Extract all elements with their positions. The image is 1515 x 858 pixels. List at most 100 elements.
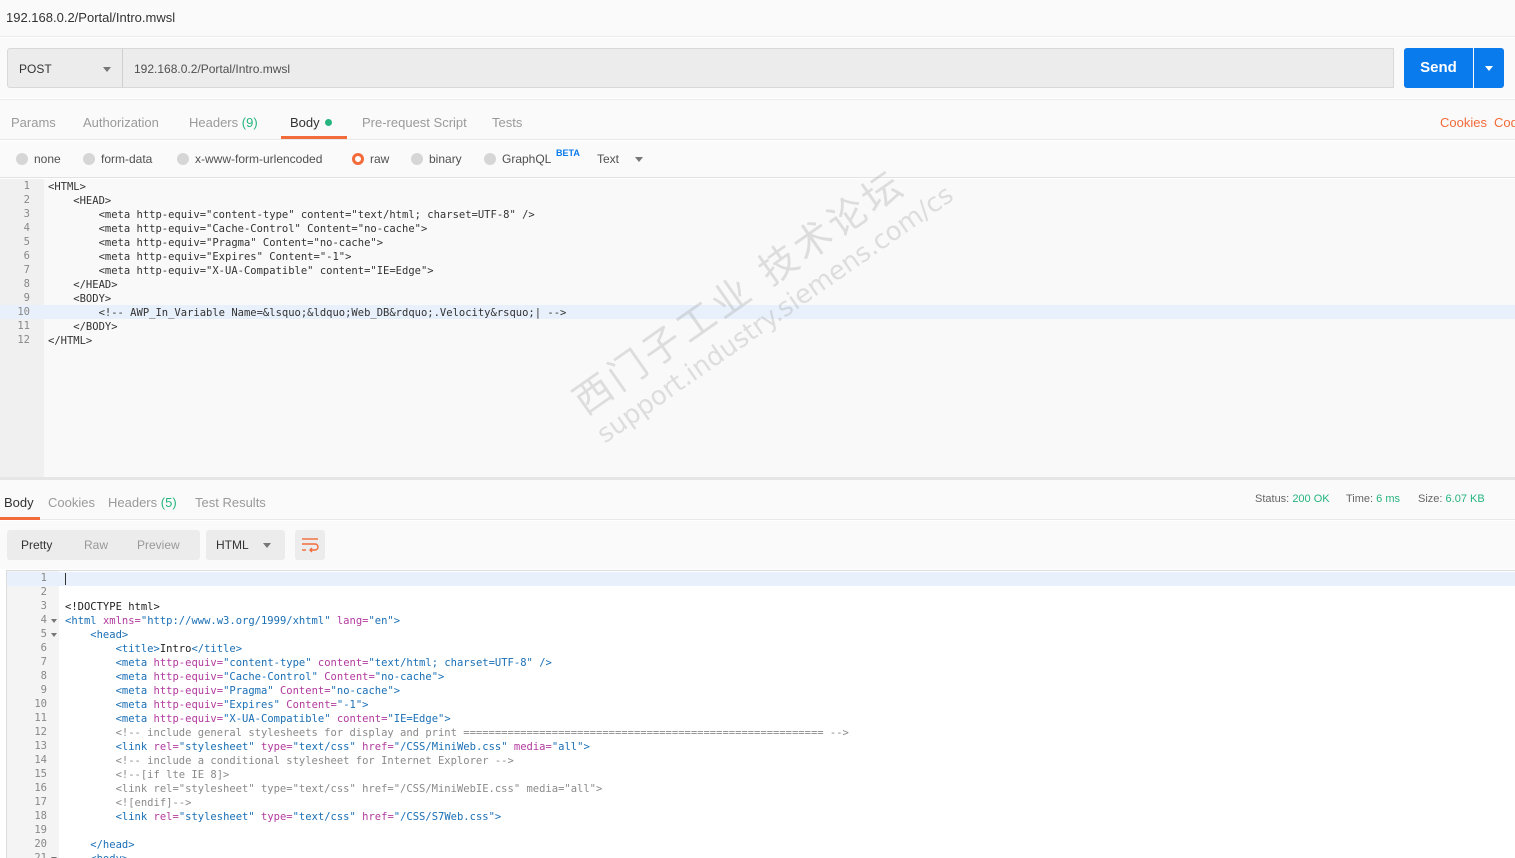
radio-none[interactable]: none [16,152,76,168]
text-type-value: Text [597,152,620,166]
view-preview-button[interactable]: Preview [137,538,180,552]
method-value: POST [19,62,52,76]
radio-raw[interactable]: raw [352,152,396,168]
code-line: <BODY> [48,293,112,305]
code-link[interactable]: Code [1494,115,1515,130]
send-options-button[interactable] [1474,48,1504,88]
line-number: 4 [23,222,30,234]
response-tab-body[interactable]: Body [4,495,34,510]
url-value: 192.168.0.2/Portal/Intro.mwsl [134,62,291,76]
code-line: <head> [65,629,129,641]
radio-circle-icon [484,153,496,165]
radio-none-label: none [34,152,61,166]
line-number: 8 [23,278,30,290]
chevron-down-icon [263,543,271,548]
url-input[interactable]: 192.168.0.2/Portal/Intro.mwsl [122,48,1394,88]
tab-params[interactable]: Params [11,115,56,130]
tab-headers[interactable]: Headers (9) [189,115,258,130]
radio-form-data[interactable]: form-data [83,152,163,168]
code-line: <!DOCTYPE html> [65,601,160,613]
size-label: Size: [1418,493,1443,505]
wrap-lines-button[interactable] [295,530,325,560]
code-line: <title>Intro</title> [65,643,243,655]
radio-circle-icon [177,153,189,165]
response-toolbar: Pretty Raw Preview HTML [0,521,1515,569]
radio-selected-icon [352,153,364,165]
line-number: 2 [40,586,47,598]
line-number: 5 [40,628,47,640]
line-number: 1 [23,180,30,192]
line-number: 13 [34,740,47,752]
text-cursor [65,573,66,585]
active-tab-indicator [281,136,347,139]
response-tab-headers[interactable]: Headers (5) [108,495,177,510]
line-number: 10 [17,306,30,318]
code-line: <![endif]--> [65,797,192,809]
line-number: 9 [23,292,30,304]
body-type-selector: none form-data x-www-form-urlencoded raw… [0,141,1515,178]
code-line: <body> [65,852,128,858]
radio-raw-label: raw [370,152,390,166]
code-line: <link rel="stylesheet" type="text/css" h… [65,783,603,795]
code-line: <meta http-equiv="X-UA-Compatible" conte… [65,713,451,725]
line-number: 8 [40,670,47,682]
line-number: 6 [40,642,47,654]
line-number: 3 [40,600,47,612]
format-select[interactable]: HTML [206,530,285,560]
radio-circle-icon [83,153,95,165]
radio-circle-icon [16,153,28,165]
tab-body[interactable]: Body [290,115,332,130]
response-body-viewer[interactable]: 1 2 3 4 5 6 7 8 9 10 11 12 13 14 15 16 17 18 19 20 21 <!DOCT… [6,570,1515,858]
method-select[interactable]: POST [7,48,123,88]
tab-authorization[interactable]: Authorization [83,115,159,130]
tab-prerequest-script[interactable]: Pre-request Script [362,115,467,130]
status-readout: Status: 200 OK [1255,493,1330,505]
time-value: 6 ms [1376,493,1400,505]
code-line: <meta http-equiv="content-type" content=… [48,209,535,221]
code-line: <meta http-equiv="Expires" Content="-1"> [48,251,352,263]
code-line: <meta http-equiv="Cache-Control" Content… [48,223,428,235]
line-number: 4 [40,614,47,626]
line-number: 2 [23,194,30,206]
tab-headers-label: Headers [189,115,239,130]
line-number: 17 [34,796,47,808]
view-mode-group: Pretty Raw Preview [7,530,200,560]
send-button[interactable]: Send [1404,48,1473,88]
radio-graphql[interactable]: GraphQL BETA [484,148,584,168]
code-line: <meta http-equiv="Expires" Content="-1"> [65,699,369,711]
request-bar: POST 192.168.0.2/Portal/Intro.mwsl Send [0,38,1515,98]
size-value: 6.07 KB [1445,493,1485,505]
view-pretty-button[interactable]: Pretty [21,538,52,552]
code-line: </HTML> [48,335,93,347]
radio-circle-icon [411,153,423,165]
radio-urlencoded[interactable]: x-www-form-urlencoded [177,152,337,168]
line-number: 1 [40,572,47,584]
status-value: 200 OK [1292,493,1330,505]
code-line: <!-- include a conditional stylesheet fo… [65,755,514,767]
line-number: 10 [34,698,47,710]
tab-headers-count: (9) [241,115,258,130]
view-raw-button[interactable]: Raw [84,538,108,552]
code-line: <html xmlns="http://www.w3.org/1999/xhtm… [65,615,401,627]
format-value: HTML [216,538,249,552]
code-line: <!-- include general stylesheets for dis… [65,727,849,739]
code-line: <meta http-equiv="Cache-Control" Content… [65,671,445,683]
line-number: 9 [40,684,47,696]
code-line: <HTML> [48,181,86,193]
code-line: <!-- AWP_In_Variable Name=&lsquo;&ldquo;… [48,307,567,319]
response-tab-test-results[interactable]: Test Results [195,495,266,510]
radio-binary[interactable]: binary [411,152,471,168]
code-line: </BODY> [48,321,118,333]
fold-caret-icon[interactable] [51,619,57,623]
time-label: Time: [1346,493,1374,505]
line-number: 11 [34,712,47,724]
line-number: 12 [17,334,30,346]
size-readout: Size: 6.07 KB [1418,493,1485,505]
code-line: </head> [65,839,135,851]
request-body-editor[interactable]: 1 <HTML> 2 <HEAD> 3 <meta http-equiv="conte… [0,179,1515,477]
tab-tests[interactable]: Tests [492,115,522,130]
wrap-lines-icon [302,538,319,553]
response-tab-cookies[interactable]: Cookies [48,495,95,510]
fold-caret-icon[interactable] [51,633,57,637]
cookies-link[interactable]: Cookies [1440,115,1487,130]
